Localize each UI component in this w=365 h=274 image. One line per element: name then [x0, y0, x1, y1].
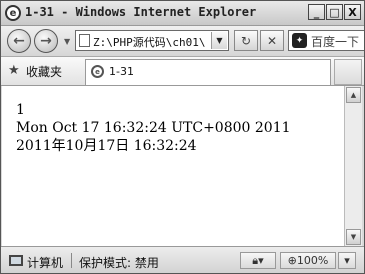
favorites-star-icon[interactable]: ★	[8, 63, 20, 78]
search-box[interactable]: ✦ 百度一下	[288, 30, 364, 51]
scroll-down-button[interactable]: ▼	[346, 229, 361, 245]
vertical-scrollbar[interactable]: ▲ ▼	[344, 86, 362, 246]
zoom-dropdown-button[interactable]: ▾	[338, 252, 356, 269]
protected-mode-status: 保护模式: 禁用	[79, 256, 159, 270]
page-icon	[79, 34, 90, 47]
stop-button[interactable]: ✕	[260, 30, 284, 51]
zoom-icon: ⊕	[287, 254, 297, 267]
zoom-level: 100%	[296, 254, 329, 267]
favorites-button[interactable]: 收藏夹	[26, 63, 62, 80]
status-divider	[71, 253, 72, 268]
recent-pages-dropdown-icon[interactable]: ▼	[64, 37, 70, 46]
zoom-button[interactable]: ⊕ 100%	[280, 252, 336, 269]
close-button[interactable]: X	[344, 4, 361, 20]
forward-button[interactable]: →	[34, 29, 58, 53]
maximize-button[interactable]: □	[326, 4, 343, 20]
search-input[interactable]: 百度一下	[311, 33, 359, 50]
security-settings-button[interactable]: 🔒︎ ▾	[240, 252, 276, 269]
output-line: 2011年10月17日 16:32:24	[16, 138, 197, 154]
navigation-bar: ← → ▼ Z:\PHP源代码\ch01\ ▼ ↻ ✕ ✦ 百度一下	[1, 26, 364, 57]
output-text: 1 Mon Oct 17 16:32:24 UTC+0800 2011 2011…	[16, 101, 291, 155]
title-bar[interactable]: e 1-31 - Windows Internet Explorer _ □ X	[1, 1, 364, 26]
dropdown-caret: ▾	[258, 254, 264, 267]
security-zone: 计算机	[27, 254, 63, 271]
tab-ie-icon: e	[91, 65, 104, 78]
computer-icon	[9, 255, 23, 266]
address-input[interactable]: Z:\PHP源代码\ch01\	[93, 34, 211, 50]
address-dropdown-button[interactable]: ▼	[211, 32, 227, 49]
minimize-button[interactable]: _	[308, 4, 325, 20]
tab-label: 1-31	[109, 65, 134, 78]
refresh-button[interactable]: ↻	[234, 30, 258, 51]
favorites-bar: ★ 收藏夹 e 1-31	[1, 57, 364, 86]
status-bar: 计算机 保护模式: 禁用 🔒︎ ▾ ⊕ 100% ▾	[1, 246, 364, 273]
new-tab-button[interactable]	[334, 59, 362, 85]
output-line: Mon Oct 17 16:32:24 UTC+0800 2011	[16, 120, 291, 136]
browser-window: e 1-31 - Windows Internet Explorer _ □ X…	[0, 0, 365, 274]
tab-current[interactable]: e 1-31	[85, 59, 331, 85]
ie-logo-icon: e	[5, 5, 21, 21]
page-content: 1 Mon Oct 17 16:32:24 UTC+0800 2011 2011…	[2, 86, 346, 246]
back-button[interactable]: ←	[7, 29, 31, 53]
scroll-up-button[interactable]: ▲	[346, 87, 361, 103]
zone-label: 计算机	[27, 256, 64, 270]
address-bar[interactable]: Z:\PHP源代码\ch01\ ▼	[75, 30, 229, 51]
window-title: 1-31 - Windows Internet Explorer	[25, 5, 257, 19]
baidu-paw-icon: ✦	[292, 33, 307, 48]
output-line: 1	[16, 102, 25, 118]
